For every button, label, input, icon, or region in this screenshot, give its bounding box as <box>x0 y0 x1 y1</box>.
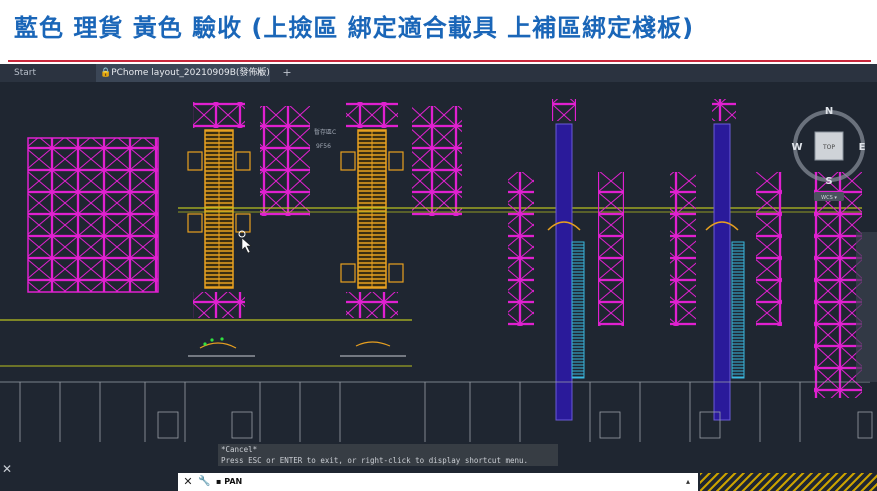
rack-column-2 <box>260 106 310 216</box>
tab-start[interactable]: Start <box>14 64 84 82</box>
command-history-line: *Cancel* <box>221 445 258 454</box>
add-tab-button[interactable]: + <box>280 64 294 82</box>
drawing-label-2: 9F56 <box>316 143 331 150</box>
wcs-menu[interactable]: WCS ▾ <box>821 195 837 201</box>
title-divider <box>8 60 871 62</box>
drawing-canvas[interactable]: 暫存區C 9F56 TOP N S W E WCS ▾ <box>0 82 877 491</box>
command-line-input[interactable] <box>178 473 698 491</box>
tab-bar: Start 🔒PChome layout_20210909B(發佈版) ✕ + <box>0 64 877 82</box>
tab-drawing[interactable]: 🔒PChome layout_20210909B(發佈版) <box>96 64 270 82</box>
rack-column-4 <box>508 172 534 326</box>
command-prompt-text: ▪ PAN <box>216 477 243 486</box>
rack-column-5 <box>598 172 624 326</box>
command-history-line: Press ESC or ENTER to exit, or right-cli… <box>221 456 529 465</box>
lock-icon: 🔒 <box>100 68 112 78</box>
command-close-icon[interactable]: ✕ <box>182 474 194 490</box>
drawing-label-1: 暫存區C <box>314 128 336 136</box>
tab-close-icon[interactable]: ✕ <box>256 64 264 82</box>
rack-column-8 <box>814 172 862 398</box>
rack-block-large <box>27 137 159 293</box>
viewcube-west-label[interactable]: W <box>791 142 802 153</box>
rack-column-6 <box>670 172 696 326</box>
tab-drawing-label: PChome layout_20210909B(發佈版) <box>111 68 270 78</box>
command-history: *Cancel* Press ESC or ENTER to exit, or … <box>218 444 558 466</box>
viewcube-top-label[interactable]: TOP <box>822 144 835 151</box>
viewcube-east-label[interactable]: E <box>859 142 866 153</box>
side-panel[interactable] <box>856 232 877 382</box>
command-wrench-icon[interactable]: 🔧 <box>198 474 210 490</box>
viewcube-south-label[interactable]: S <box>825 176 832 187</box>
autocad-window: Start 🔒PChome layout_20210909B(發佈版) ✕ + … <box>0 64 877 491</box>
rack-column-3 <box>412 106 462 216</box>
side-close-icon[interactable]: ✕ <box>2 462 12 476</box>
viewcube-north-label[interactable]: N <box>825 106 833 117</box>
rack-column-7 <box>756 172 782 326</box>
slide-title: 藍色 理貨 黃色 驗收 (上撿區 綁定適合載具 上補區綁定棧板) <box>14 14 695 42</box>
status-hatch <box>700 473 877 491</box>
command-history-toggle-icon[interactable]: ▴ <box>686 473 690 491</box>
